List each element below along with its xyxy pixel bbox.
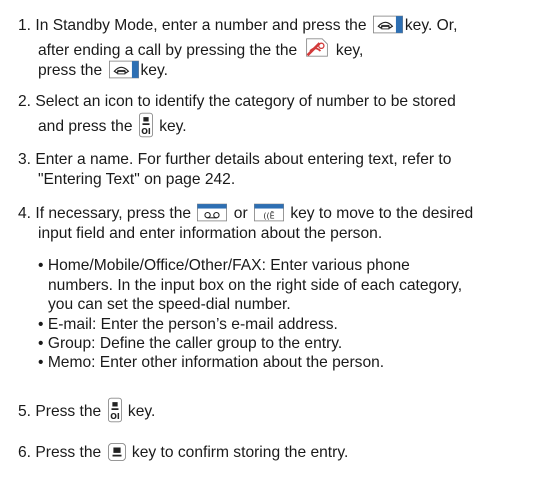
step-5: 5. Press the key. xyxy=(18,397,546,423)
ok-key-icon xyxy=(108,443,126,461)
bullet-item: • Memo: Enter other information about th… xyxy=(38,354,385,371)
step-number: 1. xyxy=(18,17,32,34)
step-4-line-2: input field and enter information about … xyxy=(38,224,383,242)
step-6-line-1: 6. Press the key to confirm storing the … xyxy=(18,443,349,461)
instructions-page: 1. In Standby Mode, enter a number and p… xyxy=(0,0,548,483)
step-2-line-1: 2. Select an icon to identify the catego… xyxy=(18,93,456,110)
step-4: 4. If necessary, press the or key to mov… xyxy=(18,203,546,243)
send-key-icon xyxy=(373,15,403,34)
voicemail-key-icon xyxy=(197,203,227,222)
ok-key-icon xyxy=(108,397,122,423)
step-1: 1. In Standby Mode, enter a number and p… xyxy=(18,15,546,81)
step-6: 6. Press the key to confirm storing the … xyxy=(18,443,546,463)
bullet-item: • Home/Mobile/Office/Other/FAX: Enter va… xyxy=(38,257,463,313)
step-3-line-2: "Entering Text" on page 242. xyxy=(38,170,236,188)
clear-key-icon xyxy=(254,203,284,222)
step-2-line-2: and press the key. xyxy=(18,112,546,138)
step-3: 3. Enter a name. For further details abo… xyxy=(18,150,546,189)
step-1-line-1: 1. In Standby Mode, enter a number and p… xyxy=(18,15,458,34)
bullet-item: • E-mail: Enter the person’s e-mail addr… xyxy=(38,316,338,333)
bullet-item: • Group: Define the caller group to the … xyxy=(38,335,343,352)
send-key-icon xyxy=(109,60,139,79)
step-number: 5. xyxy=(18,403,32,420)
step-4-line-1: 4. If necessary, press the or key to mov… xyxy=(18,203,474,222)
step-number: 4. xyxy=(18,205,32,222)
ok-key-icon xyxy=(139,112,153,138)
step-number: 3. xyxy=(18,151,32,168)
step-3-line-1: 3. Enter a name. For further details abo… xyxy=(18,151,452,168)
step-1-line-2: after ending a call by pressing the the … xyxy=(18,36,546,61)
step-2: 2. Select an icon to identify the catego… xyxy=(18,92,546,138)
step-number: 6. xyxy=(18,444,32,461)
step-number: 2. xyxy=(18,93,32,110)
end-key-icon xyxy=(304,36,330,59)
step-1-line-3: press the key. xyxy=(38,60,168,79)
step-5-line-1: 5. Press the key. xyxy=(18,397,546,423)
